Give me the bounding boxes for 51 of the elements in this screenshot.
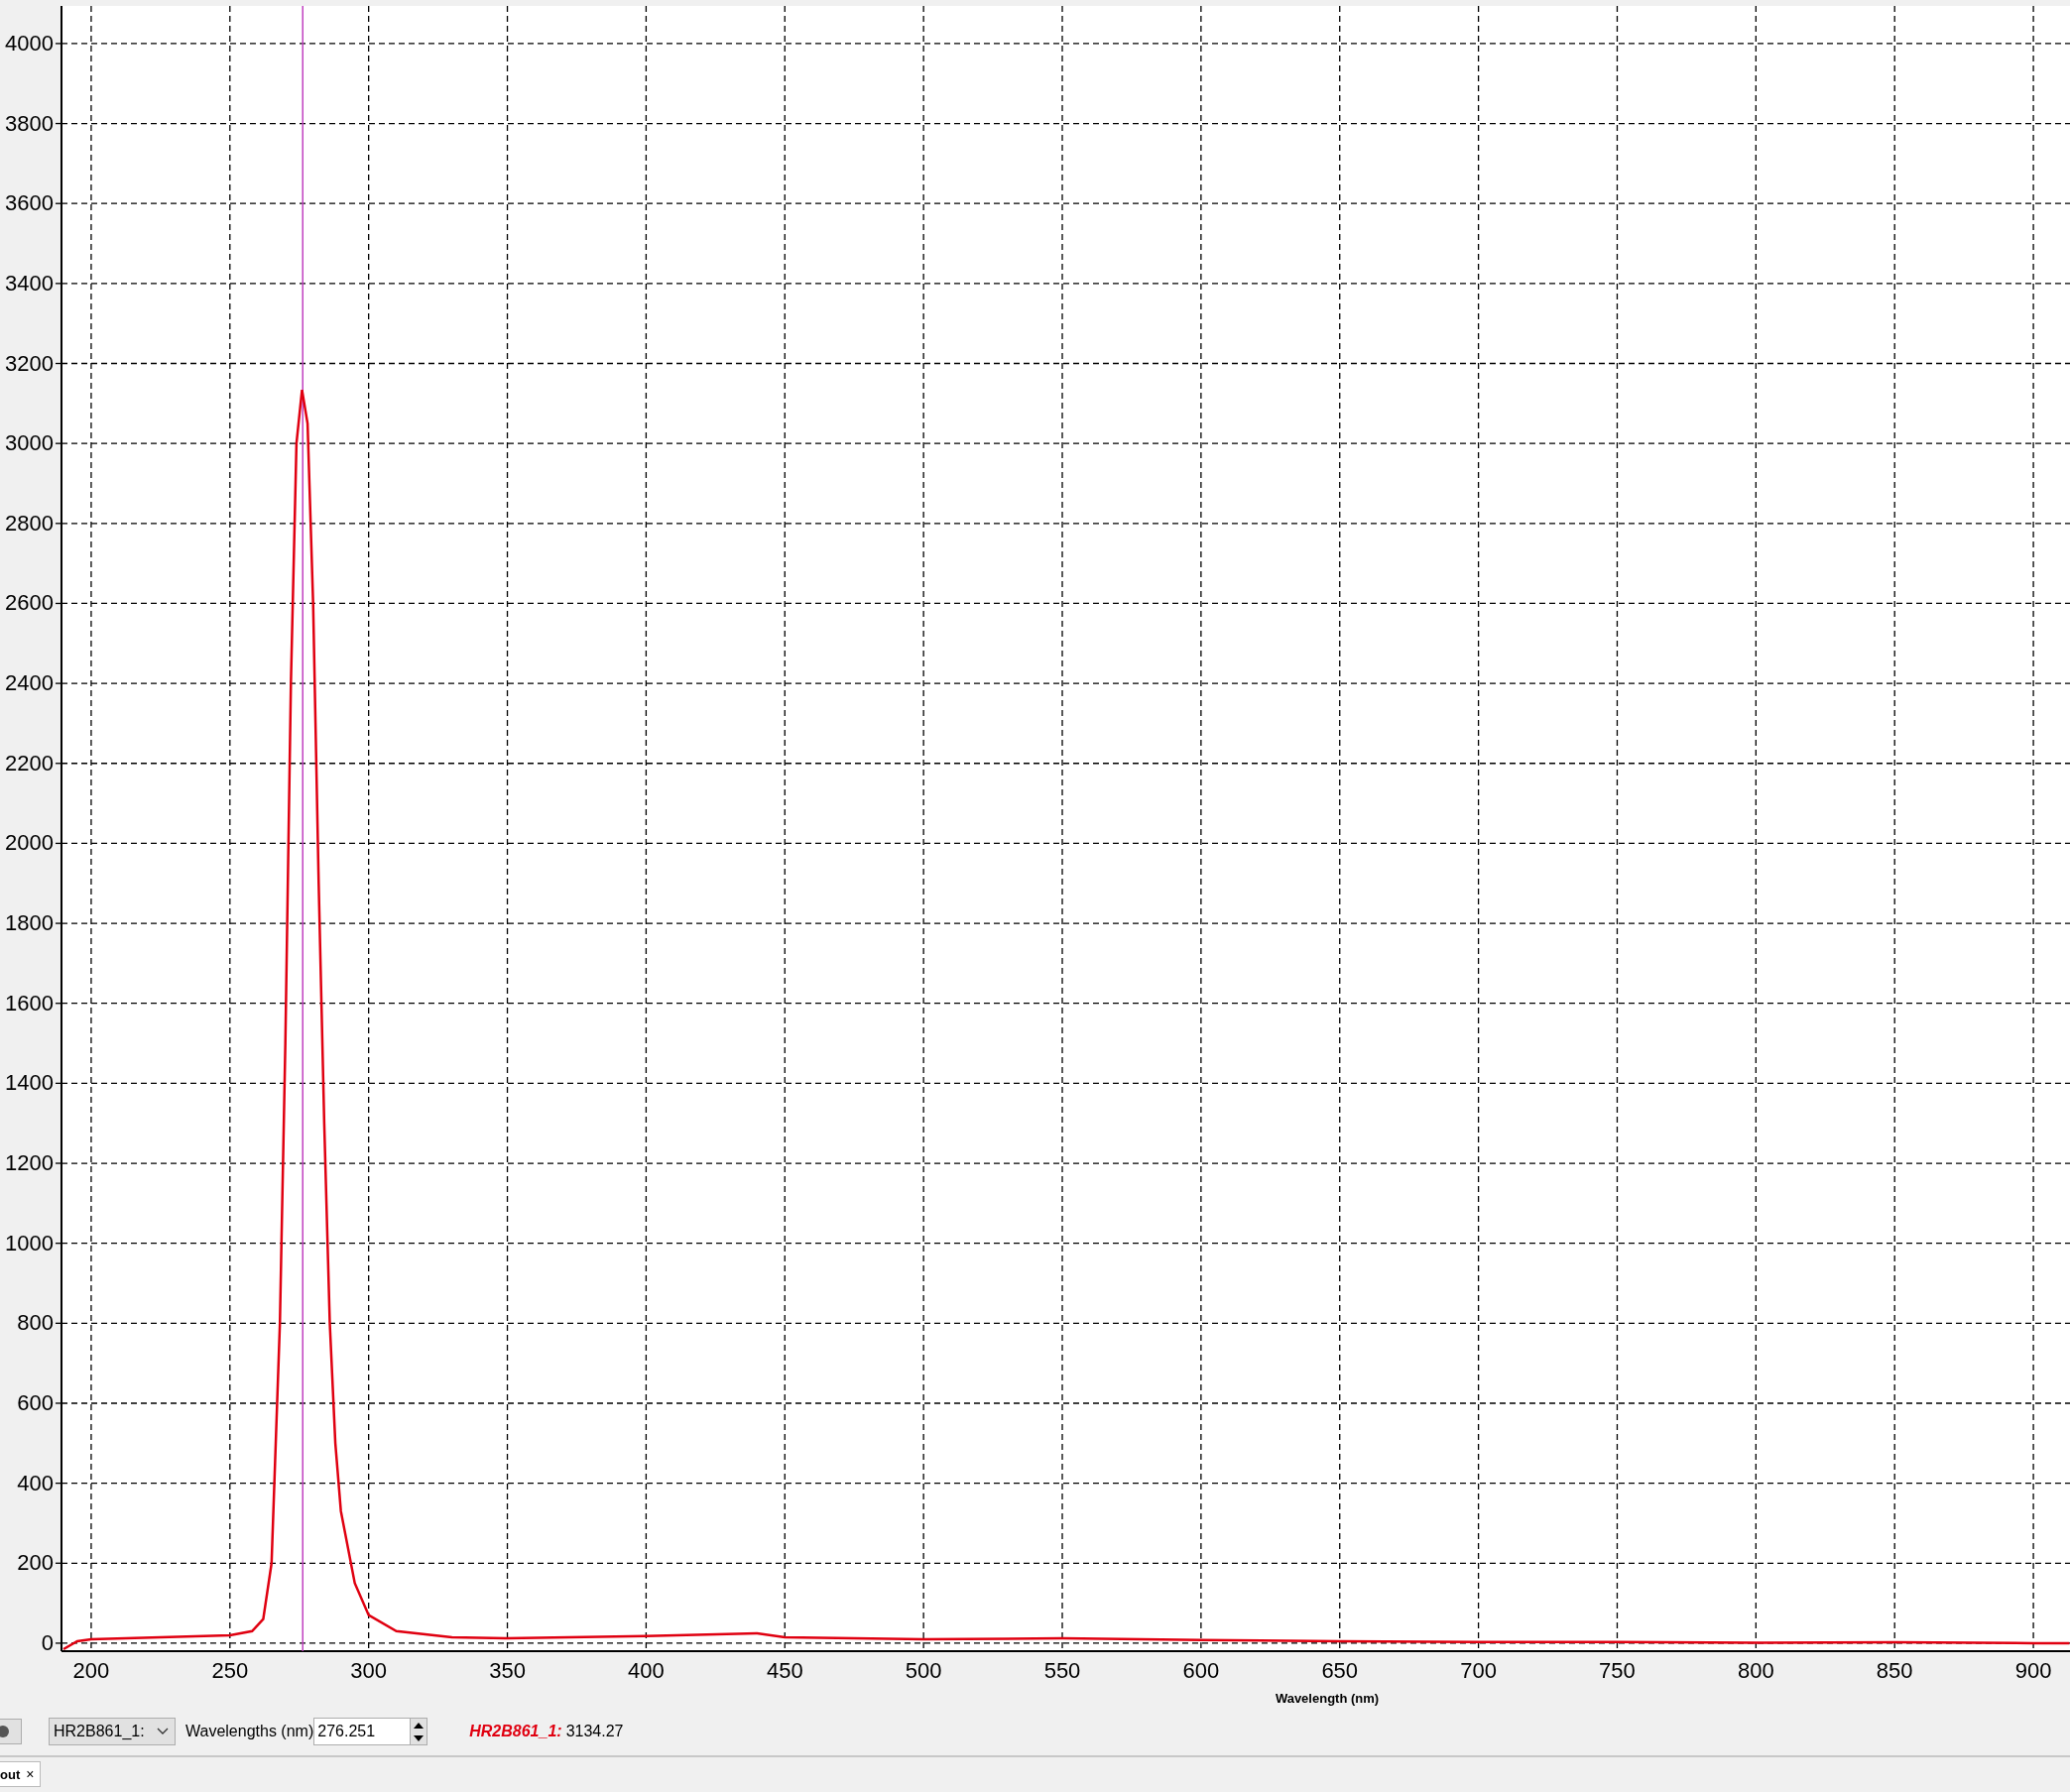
readout-value: 3134.27 — [565, 1723, 624, 1740]
y-tick-label: 1400 — [5, 1070, 54, 1096]
y-tick-label: 2000 — [5, 830, 54, 856]
x-tick-label: 800 — [1738, 1658, 1774, 1683]
y-tick-label: 0 — [41, 1629, 54, 1655]
spin-down-button[interactable] — [411, 1732, 427, 1744]
y-tick-label: 4000 — [5, 30, 54, 56]
caret-icon — [157, 1728, 169, 1735]
spin-up-button[interactable] — [411, 1719, 427, 1732]
series-dropdown[interactable]: HR2B861_1: — [49, 1718, 176, 1745]
x-tick-label: 900 — [2014, 1658, 2052, 1683]
panel-tab[interactable]: out × — [0, 1761, 42, 1787]
wavelength-label: Wavelengths (nm) — [185, 1723, 314, 1740]
y-tick-label: 3400 — [5, 270, 54, 296]
tab-label: out — [0, 1766, 21, 1782]
x-tick-label: 250 — [211, 1658, 249, 1683]
y-tick-label: 400 — [17, 1470, 54, 1495]
x-tick-label: 300 — [350, 1658, 388, 1683]
x-axis-title: Wavelength (nm) — [1275, 1691, 1380, 1706]
down-triangle-icon — [414, 1734, 425, 1741]
x-tick-label: 500 — [905, 1658, 942, 1683]
y-tick-label: 2800 — [5, 510, 54, 536]
y-tick-label: 200 — [17, 1550, 54, 1576]
x-tick-label: 550 — [1043, 1658, 1081, 1683]
y-tick-label: 1600 — [5, 990, 54, 1015]
y-tick-label: 2400 — [5, 670, 54, 696]
y-tick-label: 1000 — [5, 1230, 54, 1255]
x-tick-label: 600 — [1182, 1658, 1220, 1683]
x-tick-label: 450 — [766, 1658, 803, 1683]
y-tick-label: 3200 — [5, 350, 54, 376]
y-tick-label: 3000 — [5, 430, 54, 456]
x-tick-label: 700 — [1460, 1658, 1497, 1683]
y-tick-label: 3800 — [5, 110, 54, 136]
x-tick-label: 650 — [1321, 1658, 1359, 1683]
y-tick-label: 2600 — [5, 590, 54, 616]
up-triangle-icon — [414, 1722, 425, 1729]
record-button[interactable] — [0, 1719, 22, 1744]
x-tick-label: 200 — [72, 1658, 110, 1683]
y-tick-label: 2200 — [5, 750, 54, 776]
y-tick-label: 1200 — [5, 1150, 54, 1176]
y-tick-label: 600 — [17, 1390, 54, 1415]
y-tick-label: 3600 — [5, 190, 54, 216]
readout-label: HR2B861_1: — [469, 1723, 562, 1740]
y-tick-label: 1800 — [5, 910, 54, 936]
x-tick-label: 750 — [1599, 1658, 1636, 1683]
x-tick-label: 350 — [489, 1658, 526, 1683]
x-tick-label: 850 — [1876, 1658, 1913, 1683]
x-tick-label: 400 — [628, 1658, 665, 1683]
y-tick-label: 800 — [17, 1310, 54, 1336]
close-icon[interactable]: × — [26, 1766, 35, 1782]
wavelength-input[interactable]: 276.251 — [313, 1718, 412, 1745]
